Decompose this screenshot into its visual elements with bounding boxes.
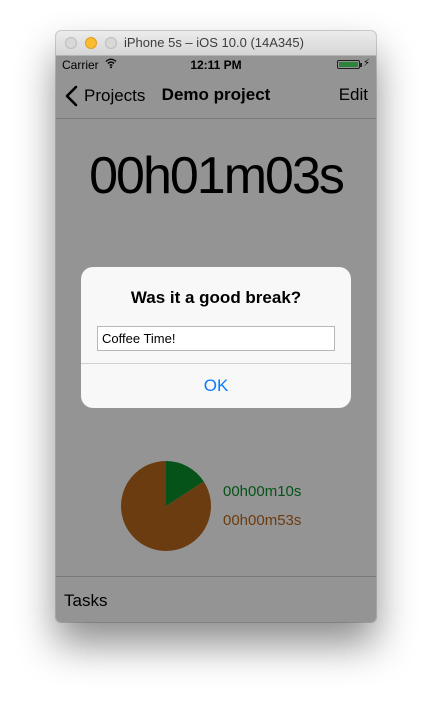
alert-dialog: Was it a good break? OK xyxy=(81,267,351,408)
alert-title: Was it a good break? xyxy=(130,288,302,307)
window-close-button[interactable] xyxy=(65,37,77,49)
window-title: iPhone 5s – iOS 10.0 (14A345) xyxy=(124,35,304,50)
simulator-window: iPhone 5s – iOS 10.0 (14A345) Carrier 12… xyxy=(56,31,376,622)
ok-button[interactable]: OK xyxy=(81,364,351,408)
break-note-input[interactable] xyxy=(97,326,335,351)
window-titlebar: iPhone 5s – iOS 10.0 (14A345) xyxy=(56,31,376,56)
window-minimize-button[interactable] xyxy=(85,37,97,49)
iphone-screen: Carrier 12:11 PM ⚡ Projects Demo project… xyxy=(56,56,376,622)
